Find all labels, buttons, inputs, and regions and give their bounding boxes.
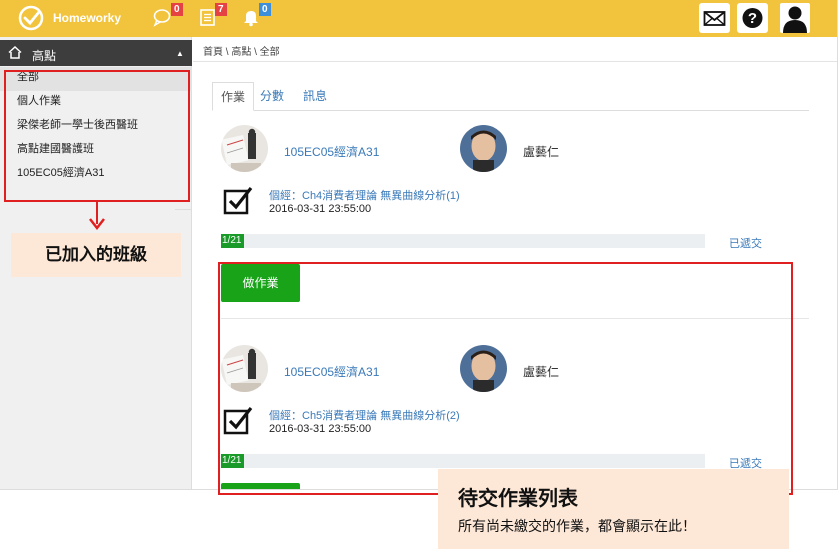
question-circle-icon: ? (742, 8, 763, 28)
messages-count-badge: 0 (171, 3, 183, 16)
caret-up-icon: ▲ (176, 49, 184, 58)
help-button[interactable]: ? (737, 3, 768, 33)
submitted-link[interactable]: 已遞交 (729, 235, 762, 251)
brand-name[interactable]: Homeworky (53, 11, 121, 25)
tab-messages[interactable]: 訊息 (295, 82, 335, 111)
joined-classes-label: 已加入的班級 (11, 233, 181, 277)
course-thumbnail (221, 125, 268, 172)
pending-homework-callout: 待交作業列表 所有尚未繳交的作業，都會顯示在此！ (438, 469, 789, 549)
home-icon (8, 46, 22, 59)
user-silhouette-icon (783, 6, 807, 33)
top-navbar: Homeworky 0 7 0 ? (0, 0, 837, 37)
submission-progress-bar: 1/21 (221, 234, 705, 248)
tab-homework[interactable]: 作業 (212, 82, 255, 111)
tab-scores[interactable]: 分數 (252, 82, 292, 111)
tab-bar: 作業 分數 訊息 (212, 82, 809, 111)
brand-check-logo-icon[interactable] (18, 5, 44, 31)
notes-count-badge: 7 (215, 3, 227, 16)
pending-homework-desc: 所有尚未繳交的作業，都會顯示在此！ (458, 518, 696, 534)
sidebar-group-title: 高點 (32, 49, 57, 63)
pending-homework-highlight (218, 262, 793, 495)
bell-icon[interactable] (241, 7, 261, 27)
alerts-count-badge: 0 (259, 3, 271, 16)
homework-checkbox-icon (223, 187, 253, 215)
envelope-icon (703, 11, 726, 26)
arrow-down-icon (89, 218, 105, 230)
user-profile-button[interactable] (780, 3, 810, 33)
homework-title[interactable]: 個經：Ch4消費者理論 無異曲線分析(1) (269, 187, 460, 203)
mail-button[interactable] (699, 3, 730, 33)
teacher-name: 盧藝仁 (523, 145, 560, 159)
homework-due-date: 2016-03-31 23:55:00 (269, 203, 372, 215)
chat-bubble-icon[interactable] (152, 7, 172, 27)
joined-classes-highlight (4, 70, 190, 202)
course-name[interactable]: 105EC05經濟A31 (284, 143, 379, 160)
submission-progress-fill: 1/21 (221, 234, 245, 248)
teacher-avatar (460, 125, 507, 172)
sidebar-divider (175, 209, 192, 210)
svg-text:?: ? (748, 10, 757, 27)
breadcrumb-divider (193, 61, 837, 62)
pending-homework-title: 待交作業列表 (458, 488, 578, 510)
sidebar-group-header[interactable]: 高點 ▲ (0, 40, 192, 66)
breadcrumb: 首頁 \ 高點 \ 全部 (203, 47, 280, 58)
